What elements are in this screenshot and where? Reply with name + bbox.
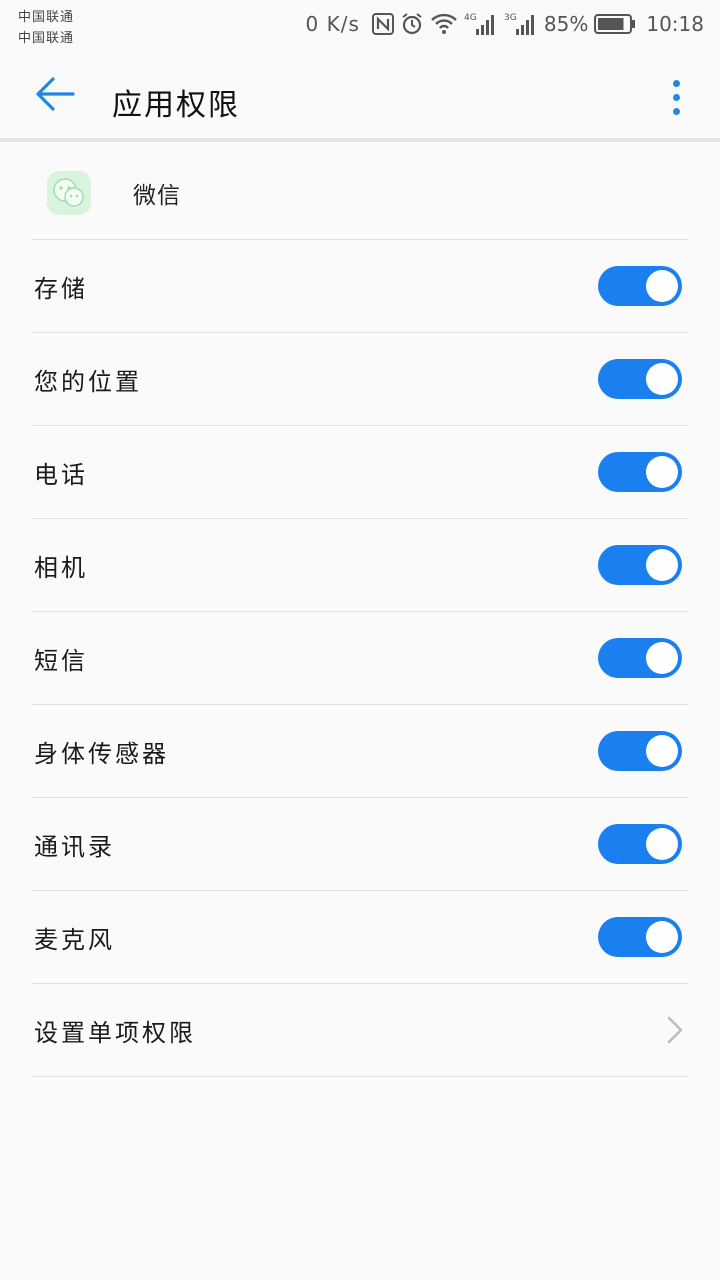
status-icons: 0 K/s 4G 3G 85% 10:18 <box>306 9 704 39</box>
status-bar: 中国联通 中国联通 0 K/s 4G 3G 85% 10:18 <box>0 0 720 50</box>
toggle-knob <box>646 642 678 674</box>
carrier-label-1: 中国联通 <box>18 10 75 25</box>
permission-label: 麦克风 <box>34 925 115 954</box>
permission-label: 您的位置 <box>34 367 142 396</box>
toggle-knob <box>646 270 678 302</box>
permission-label: 身体传感器 <box>34 739 169 768</box>
more-vert-icon <box>672 79 680 87</box>
wechat-icon <box>46 170 92 216</box>
permission-label: 相机 <box>34 553 88 582</box>
sms-toggle[interactable] <box>598 638 682 678</box>
carrier-label-2: 中国联通 <box>18 31 75 46</box>
permission-label: 通讯录 <box>34 832 115 861</box>
individual-permissions-label: 设置单项权限 <box>34 1018 196 1047</box>
permission-row-body-sensors[interactable]: 身体传感器 <box>32 705 688 798</box>
app-name: 微信 <box>133 182 181 209</box>
individual-permissions-row[interactable]: 设置单项权限 <box>32 984 688 1077</box>
toggle-knob <box>646 456 678 488</box>
toggle-knob <box>646 735 678 767</box>
microphone-toggle[interactable] <box>598 917 682 957</box>
network-speed: 0 K/s <box>305 12 360 36</box>
signal-4g-label: 4G <box>464 13 477 23</box>
contacts-toggle[interactable] <box>598 824 682 864</box>
page-title: 应用权限 <box>112 88 240 123</box>
permission-label: 存储 <box>34 274 88 303</box>
battery-icon <box>594 13 636 35</box>
toggle-knob <box>646 549 678 581</box>
permission-row-phone[interactable]: 电话 <box>32 426 688 519</box>
status-time: 10:18 <box>646 12 704 36</box>
permission-row-storage[interactable]: 存储 <box>32 240 688 333</box>
body-sensors-toggle[interactable] <box>598 731 682 771</box>
permission-row-sms[interactable]: 短信 <box>32 612 688 705</box>
more-vert-dot <box>672 107 680 115</box>
location-toggle[interactable] <box>598 359 682 399</box>
permission-label: 短信 <box>34 646 88 675</box>
more-options-button[interactable] <box>658 72 694 122</box>
permission-row-camera[interactable]: 相机 <box>32 519 688 612</box>
back-button[interactable] <box>30 74 80 118</box>
toggle-knob <box>646 828 678 860</box>
permission-row-contacts[interactable]: 通讯录 <box>32 798 688 891</box>
storage-toggle[interactable] <box>598 266 682 306</box>
camera-toggle[interactable] <box>598 545 682 585</box>
permission-label: 电话 <box>34 460 88 489</box>
alarm-icon <box>400 12 424 36</box>
app-info-row: 微信 <box>32 146 688 240</box>
signal-3g-label: 3G <box>504 13 517 23</box>
permission-row-microphone[interactable]: 麦克风 <box>32 891 688 984</box>
phone-toggle[interactable] <box>598 452 682 492</box>
nfc-icon <box>371 13 394 35</box>
wifi-icon <box>430 13 458 35</box>
app-bar: 应用权限 <box>0 50 720 142</box>
signal-4g-icon: 4G <box>464 11 498 37</box>
signal-3g-icon: 3G <box>504 11 538 37</box>
arrow-back-icon <box>35 76 75 116</box>
permission-list: 存储 您的位置 电话 相机 短信 身体传感器 通讯录 麦克风 设置单项权限 <box>32 240 688 1077</box>
more-vert-dot <box>672 93 680 101</box>
battery-percent: 85% <box>543 12 589 36</box>
chevron-right-icon <box>666 1015 684 1045</box>
toggle-knob <box>646 363 678 395</box>
permission-row-location[interactable]: 您的位置 <box>32 333 688 426</box>
toggle-knob <box>646 921 678 953</box>
